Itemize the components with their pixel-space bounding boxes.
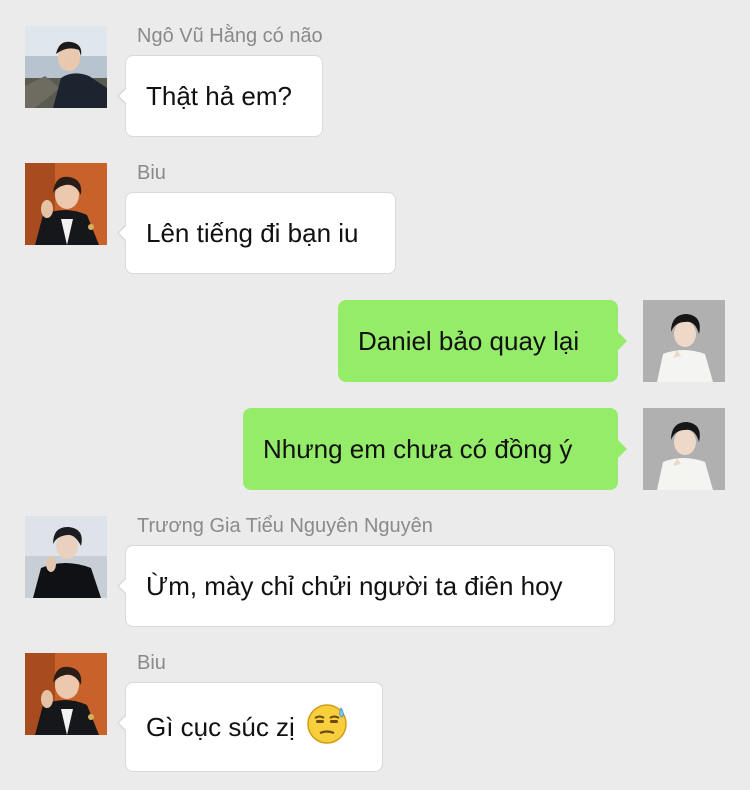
chat-message-list: Ngô Vũ Hằng có não Thật hả em? Biu Lên t…	[0, 0, 750, 790]
sweat-unamused-emoji-icon	[305, 702, 349, 753]
message-bubble-outgoing[interactable]: Daniel bảo quay lại	[338, 300, 627, 382]
message-text: Thật hả em?	[146, 80, 292, 111]
message-bubble[interactable]: Lên tiếng đi bạn iu	[117, 192, 396, 274]
avatar[interactable]	[25, 653, 107, 735]
message-text: Lên tiếng đi bạn iu	[146, 217, 359, 248]
message-bubble[interactable]: Ừm, mày chỉ chửi người ta điên hoy	[117, 545, 615, 627]
avatar[interactable]	[643, 408, 725, 490]
message-text: Nhưng em chưa có đồng ý	[263, 433, 573, 464]
message-bubble[interactable]: Gì cục súc zị	[117, 682, 383, 772]
sender-name: Ngô Vũ Hằng có não	[137, 25, 323, 47]
sender-name: Trương Gia Tiểu Nguyên Nguyên	[137, 515, 433, 537]
message-text: Ừm, mày chỉ chửi người ta điên hoy	[146, 570, 563, 601]
message-text: Daniel bảo quay lại	[358, 325, 580, 356]
sender-name: Biu	[137, 652, 166, 674]
message-bubble-outgoing[interactable]: Nhưng em chưa có đồng ý	[243, 408, 627, 490]
avatar[interactable]	[643, 300, 725, 382]
message-text: Gì cục súc zị	[146, 711, 295, 742]
message-bubble[interactable]: Thật hả em?	[117, 55, 323, 137]
avatar[interactable]	[25, 26, 107, 108]
avatar[interactable]	[25, 516, 107, 598]
sender-name: Biu	[137, 162, 166, 184]
avatar[interactable]	[25, 163, 107, 245]
